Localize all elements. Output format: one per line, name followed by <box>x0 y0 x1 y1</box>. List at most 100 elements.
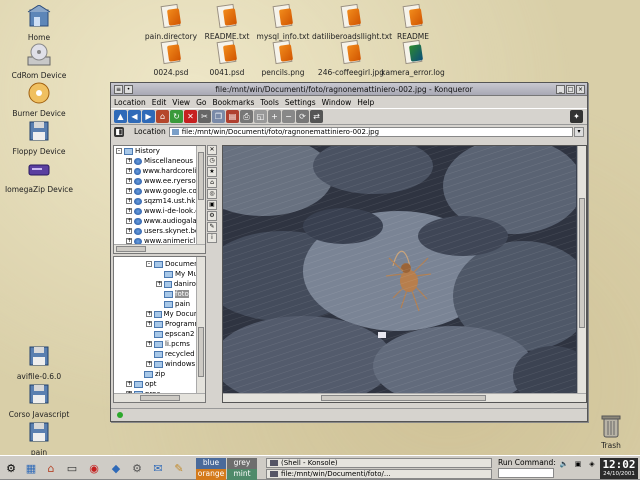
desktop-file-readme[interactable]: README <box>374 3 452 41</box>
window-menu-icon[interactable]: ≡ <box>114 84 123 94</box>
help-icon[interactable]: ◉ <box>85 459 103 477</box>
desktop-icon-pain[interactable]: pain <box>0 420 78 457</box>
speaker-icon[interactable]: 🔈 <box>558 459 570 469</box>
back-icon[interactable]: ◀ <box>128 110 141 123</box>
history-item[interactable]: + Miscellaneous <box>114 156 205 166</box>
expand-icon[interactable]: - <box>146 261 152 267</box>
sidebar-tab-root-icon[interactable]: ▣ <box>207 200 217 210</box>
folder-tree-item[interactable]: pain <box>114 299 205 309</box>
klipper-icon[interactable]: ▣ <box>572 459 584 469</box>
sidebar-tab-network-icon[interactable]: ◎ <box>207 189 217 199</box>
zoom-fit-icon[interactable]: ◱ <box>254 110 267 123</box>
menu-location[interactable]: Location <box>114 98 146 107</box>
konqueror-icon[interactable]: ◆ <box>107 459 125 477</box>
expand-icon[interactable]: + <box>126 188 132 194</box>
desktop-icon-cdrom-device[interactable]: CdRom Device <box>0 43 78 80</box>
expand-icon[interactable]: + <box>126 381 132 387</box>
window-titlebar[interactable]: ≡ • file:/mnt/win/Documenti/foto/ragnone… <box>111 83 587 96</box>
tray-icon[interactable]: ◈ <box>586 459 598 469</box>
expand-icon[interactable]: + <box>146 361 152 367</box>
folder-tree-item[interactable]: recycled <box>114 349 205 359</box>
desktop-icon-burner-device[interactable]: Burner Device <box>0 81 78 118</box>
expand-icon[interactable]: + <box>146 341 152 347</box>
flip-icon[interactable]: ⇄ <box>310 110 323 123</box>
window-list-icon[interactable]: ▦ <box>22 459 40 477</box>
history-item[interactable]: + www.i-de-look.or <box>114 206 205 216</box>
clear-location-icon[interactable]: ◧ <box>114 126 124 137</box>
terminal-icon[interactable]: ▭ <box>63 459 81 477</box>
sidebar-tab-close-icon[interactable]: ✕ <box>207 145 217 155</box>
editor-icon[interactable]: ✎ <box>170 459 188 477</box>
menu-bookmarks[interactable]: Bookmarks <box>212 98 254 107</box>
folder-tree-item[interactable]: + li.pcms <box>114 339 205 349</box>
folder-vscroll[interactable] <box>196 257 205 393</box>
history-item[interactable]: - History <box>114 146 205 156</box>
desktop-button-2[interactable]: grey <box>227 458 257 469</box>
control-center-icon[interactable]: ⚙ <box>128 459 146 477</box>
folder-tree-item[interactable]: + opt <box>114 379 205 389</box>
expand-icon[interactable]: + <box>126 198 132 204</box>
up-icon[interactable]: ▲ <box>114 110 127 123</box>
copy-icon[interactable]: ❐ <box>212 110 225 123</box>
sidebar-tab-history-icon[interactable]: ◷ <box>207 156 217 166</box>
stop-icon[interactable]: ✕ <box>184 110 197 123</box>
rotate-icon[interactable]: ⟳ <box>296 110 309 123</box>
desktop-button-1[interactable]: blue <box>196 458 226 469</box>
desktop-icon-floppy-device[interactable]: Floppy Device <box>0 119 78 156</box>
expand-icon[interactable]: + <box>146 311 152 317</box>
folder-tree-item[interactable]: zip <box>114 369 205 379</box>
task-konqueror[interactable]: file:/mnt/win/Documenti/foto/... <box>266 469 492 479</box>
menu-view[interactable]: View <box>172 98 190 107</box>
desktop-file-kamera-error-log[interactable]: kamera_error.log <box>374 39 452 77</box>
desktop-icon-home[interactable]: Home <box>0 4 78 42</box>
folder-tree-item[interactable]: - Documenti <box>114 259 205 269</box>
desktop-icon-avifile-0-6-0[interactable]: avifile-0.6.0 <box>0 344 78 381</box>
folder-tree-item[interactable]: + Programm <box>114 319 205 329</box>
expand-icon[interactable]: + <box>126 168 132 174</box>
sidebar-tab-home-icon[interactable]: ⌂ <box>207 178 217 188</box>
location-dropdown-icon[interactable]: ▾ <box>574 126 584 137</box>
menu-tools[interactable]: Tools <box>260 98 278 107</box>
menu-settings[interactable]: Settings <box>285 98 316 107</box>
history-item[interactable]: + users.skynet.be <box>114 226 205 236</box>
folder-tree-item[interactable]: My Musi <box>114 269 205 279</box>
menu-window[interactable]: Window <box>322 98 352 107</box>
history-item[interactable]: + www.ee.ryerson. <box>114 176 205 186</box>
desktop-file-mysql-info-txt[interactable]: mysql_info.txt <box>244 3 322 41</box>
expand-icon[interactable]: + <box>126 208 132 214</box>
sidebar-tab-info-icon[interactable]: i <box>207 233 217 243</box>
sticky-icon[interactable]: • <box>124 84 133 94</box>
menu-go[interactable]: Go <box>196 98 206 107</box>
history-item[interactable]: + www.hardcoreline <box>114 166 205 176</box>
desktop-button-3[interactable]: orange <box>196 469 226 480</box>
maximize-icon[interactable]: □ <box>566 84 575 94</box>
desktop-icon-iomegazip-device[interactable]: IomegaZip Device <box>0 157 78 194</box>
expand-icon[interactable]: + <box>156 281 162 287</box>
folder-tree-item[interactable]: epscan2 <box>114 329 205 339</box>
expand-icon[interactable]: + <box>126 178 132 184</box>
reload-icon[interactable]: ↻ <box>170 110 183 123</box>
expand-icon[interactable]: + <box>126 228 132 234</box>
image-hscroll[interactable] <box>223 393 586 402</box>
history-item[interactable]: + sqzm14.ust.hk <box>114 196 205 206</box>
sidebar-tab-services-icon[interactable]: ⚙ <box>207 211 217 221</box>
zoom-in-icon[interactable]: + <box>268 110 281 123</box>
clock[interactable]: 12:02 24/10/2001 <box>600 458 638 479</box>
location-input[interactable]: file:/mnt/win/Documenti/foto/ragnonematt… <box>168 126 573 137</box>
folder-hscroll[interactable] <box>114 393 205 402</box>
expand-icon[interactable]: - <box>116 148 122 154</box>
menu-edit[interactable]: Edit <box>152 98 167 107</box>
print-icon[interactable]: ⎙ <box>240 110 253 123</box>
desktop-button-4[interactable]: mint <box>227 469 257 480</box>
home-folder-icon[interactable]: ⌂ <box>42 459 60 477</box>
sidebar-tab-bookmarks-icon[interactable]: ★ <box>207 167 217 177</box>
desktop-file-pencils-png[interactable]: pencils.png <box>244 39 322 77</box>
history-hscroll[interactable] <box>114 244 205 253</box>
expand-icon[interactable]: + <box>126 218 132 224</box>
expand-icon[interactable]: + <box>146 321 152 327</box>
folder-tree-item[interactable]: + windows <box>114 359 205 369</box>
paste-icon[interactable]: ▤ <box>226 110 239 123</box>
minimize-icon[interactable]: _ <box>556 84 565 94</box>
image-vscroll[interactable] <box>577 146 586 393</box>
kde-menu-icon[interactable]: ⚙ <box>2 459 20 477</box>
